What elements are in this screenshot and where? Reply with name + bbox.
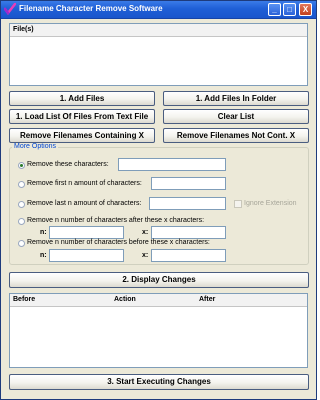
title-bar[interactable]: Filename Character Remove Software _ □ X (1, 1, 316, 19)
maximize-button[interactable]: □ (283, 3, 296, 16)
close-button[interactable]: X (299, 3, 312, 16)
remove-last-n-label: Remove last n amount of characters: (27, 200, 142, 207)
close-icon: X (302, 5, 309, 14)
remove-before-x-field-label: x: (142, 252, 149, 259)
remove-characters-label: Remove these characters: (27, 161, 109, 168)
remove-filenames-not-containing-button[interactable]: Remove Filenames Not Cont. X (163, 128, 309, 143)
minimize-icon: _ (272, 5, 277, 14)
remove-before-n-label: n: (40, 252, 47, 259)
remove-filenames-containing-button[interactable]: Remove Filenames Containing X (9, 128, 155, 143)
add-files-button[interactable]: 1. Add Files (9, 91, 155, 106)
remove-characters-radio[interactable] (18, 162, 25, 169)
remove-after-n-input[interactable] (49, 226, 124, 239)
remove-before-n-input[interactable] (49, 249, 124, 262)
app-checkmark-icon (3, 2, 17, 16)
remove-after-x-label: Remove n number of characters after thes… (27, 217, 205, 224)
status-bar (1, 391, 316, 399)
add-files-in-folder-button[interactable]: 1. Add Files In Folder (163, 91, 309, 106)
clear-list-button[interactable]: Clear List (163, 109, 309, 124)
remove-after-n-label: n: (40, 229, 47, 236)
remove-before-x-radio[interactable] (18, 240, 25, 247)
remove-after-x-radio[interactable] (18, 218, 25, 225)
remove-last-n-radio[interactable] (18, 201, 25, 208)
files-list[interactable]: File(s) (9, 23, 308, 86)
remove-after-x-input[interactable] (151, 226, 226, 239)
display-changes-button[interactable]: 2. Display Changes (9, 272, 309, 288)
remove-after-x-field-label: x: (142, 229, 149, 236)
column-header-before[interactable]: Before (13, 296, 35, 303)
changes-table[interactable]: Before Action After (9, 293, 308, 368)
remove-before-x-label: Remove n number of characters before the… (27, 239, 210, 246)
column-header-after[interactable]: After (199, 296, 215, 303)
column-header-action[interactable]: Action (114, 296, 136, 303)
ignore-extension-label: Ignore Extension (244, 200, 297, 207)
column-header-files[interactable]: File(s) (13, 26, 34, 33)
remove-characters-input[interactable] (118, 158, 226, 171)
app-window: Filename Character Remove Software _ □ X… (0, 0, 317, 400)
minimize-button[interactable]: _ (268, 3, 281, 16)
start-executing-changes-button[interactable]: 3. Start Executing Changes (9, 374, 309, 390)
remove-first-n-radio[interactable] (18, 181, 25, 188)
ignore-extension-checkbox[interactable] (234, 200, 242, 208)
files-list-header: File(s) (10, 24, 307, 37)
more-options-title: More Options (12, 143, 59, 150)
maximize-icon: □ (287, 5, 292, 14)
changes-table-header: Before Action After (10, 294, 307, 307)
remove-last-n-input[interactable] (149, 197, 226, 210)
window-title: Filename Character Remove Software (19, 4, 163, 13)
remove-first-n-label: Remove first n amount of characters: (27, 180, 142, 187)
remove-first-n-input[interactable] (151, 177, 226, 190)
remove-before-x-input[interactable] (151, 249, 226, 262)
load-list-from-text-file-button[interactable]: 1. Load List Of Files From Text File (9, 109, 155, 124)
